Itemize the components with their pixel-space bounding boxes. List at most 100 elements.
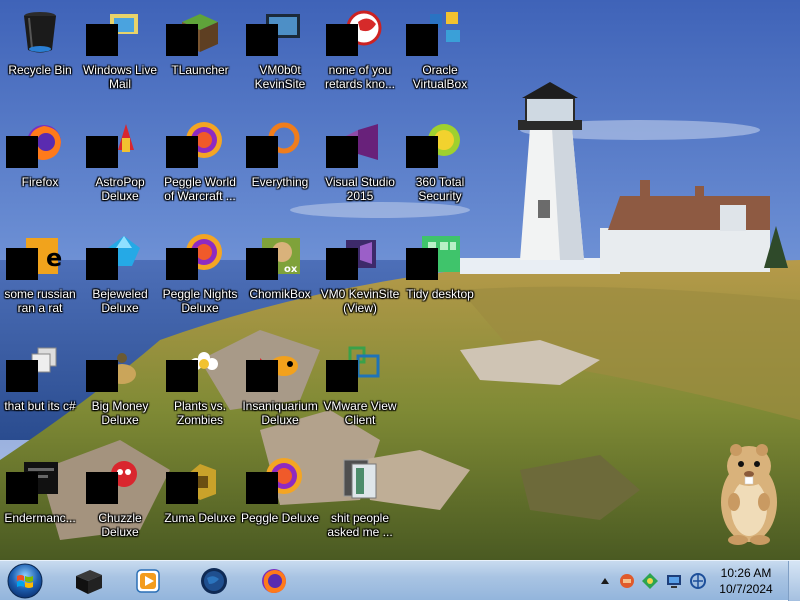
desktop-shortcut-label: Recycle Bin [8, 63, 72, 77]
desktop-shortcut-endermanc[interactable]: Endermanc... [0, 452, 80, 556]
redaction-box [166, 360, 198, 392]
desktop-shortcut-insaniquarium-deluxe[interactable]: Insaniquarium Deluxe [240, 340, 320, 444]
desktop-shortcut-recycle-bin[interactable]: Recycle Bin [0, 4, 80, 108]
virtualbox-icon [406, 8, 466, 60]
desktop-shortcut-label: Chuzzle Deluxe [98, 511, 142, 539]
desktop-shortcut-peggle-world-of-warcraft[interactable]: Peggle World of Warcraft ... [160, 116, 240, 220]
shield-plus-icon [406, 120, 466, 172]
redaction-box [6, 360, 38, 392]
zuma-icon [166, 456, 226, 508]
desktop-shortcut-vm0b0t-kevinsite[interactable]: VM0b0t KevinSite [240, 4, 320, 108]
peggle-icon [246, 456, 306, 508]
taskbar-app-terminal[interactable] [60, 563, 116, 599]
desktop-icon-area: Recycle Bin Windows Live Mail TLauncher VM0… [0, 0, 800, 560]
astropop-icon [86, 120, 146, 172]
desktop-shortcut-label: that but its c# [4, 399, 76, 413]
desktop-shortcut-visual-studio-2015[interactable]: Visual Studio 2015 [320, 116, 400, 220]
desktop-shortcut-label: none of you retards kno... [324, 63, 396, 91]
taskbar-app-media-player[interactable] [120, 563, 176, 599]
desktop-shortcut-chomikbox[interactable]: ox ChomikBox [240, 228, 320, 332]
redaction-box [326, 24, 358, 56]
redaction-box [166, 136, 198, 168]
desktop-shortcut-vmware-view-client[interactable]: VMware View Client [320, 340, 400, 444]
desktop-shortcut-zuma-deluxe[interactable]: Zuma Deluxe [160, 452, 240, 556]
redaction-box [86, 472, 118, 504]
recycle-bin-icon [14, 8, 66, 60]
tidy-grid-icon [406, 232, 466, 284]
desktop-shortcut-tidy-desktop[interactable]: Tidy desktop [400, 228, 480, 332]
desktop-shortcut-label: Windows Live Mail [82, 63, 158, 91]
desktop-shortcut-that-but-its-c[interactable]: that but its c# [0, 340, 80, 444]
desktop-shortcut-chuzzle-deluxe[interactable]: Chuzzle Deluxe [80, 452, 160, 556]
desktop-shortcut-plants-vs-zombies[interactable]: Plants vs. Zombies [160, 340, 240, 444]
redaction-box [326, 136, 358, 168]
desktop-shortcut-none-of-you-retards-kno[interactable]: none of you retards kno... [320, 4, 400, 108]
desktop-shortcut-big-money-deluxe[interactable]: Big Money Deluxe [80, 340, 160, 444]
mail-icon [86, 8, 146, 60]
desktop-shortcut-label: Big Money Deluxe [91, 399, 149, 427]
redaction-box [86, 24, 118, 56]
taskbar-app-globe[interactable] [186, 563, 242, 599]
desktop-shortcut-shit-people-asked-me[interactable]: shit people asked me ... [320, 452, 400, 556]
desktop-shortcut-peggle-deluxe[interactable]: Peggle Deluxe [240, 452, 320, 556]
money-icon [86, 344, 146, 396]
grass-block-icon [166, 8, 226, 60]
firefox-icon [6, 120, 66, 172]
display-tray-icon[interactable] [665, 572, 683, 590]
redaction-box [406, 136, 438, 168]
redaction-box [86, 360, 118, 392]
desktop-shortcut-label: AstroPop Deluxe [95, 175, 145, 203]
clock-date: 10/7/2024 [719, 582, 773, 596]
globe-icon [201, 568, 227, 594]
network-tray-icon[interactable] [689, 572, 707, 590]
redaction-box [406, 24, 438, 56]
desktop-shortcut-peggle-nights-deluxe[interactable]: Peggle Nights Deluxe [160, 228, 240, 332]
folder-icon [334, 456, 386, 508]
redaction-box [246, 360, 278, 392]
black-box-icon [76, 570, 102, 594]
desktop-shortcut-firefox[interactable]: Firefox [0, 116, 80, 220]
redaction-box [326, 360, 358, 392]
fish-icon [246, 344, 306, 396]
desktop-shortcut-label: Peggle Nights Deluxe [162, 287, 238, 315]
hamster-sticker [714, 436, 784, 546]
desktop-shortcut-oracle-virtualbox[interactable]: Oracle VirtualBox [400, 4, 480, 108]
desktop-shortcut-label: VMware View Client [323, 399, 397, 427]
system-clock[interactable]: 10:26 AM 10/7/2024 [706, 565, 786, 597]
desktop-shortcut-tlauncher[interactable]: TLauncher [160, 4, 240, 108]
peggle-icon [166, 232, 226, 284]
desktop-shortcut-bejeweled-deluxe[interactable]: Bejeweled Deluxe [80, 228, 160, 332]
desktop-shortcut-label: VM0b0t KevinSite [254, 63, 306, 91]
visual-studio-icon [326, 120, 386, 172]
desktop-shortcut-label: Insaniquarium Deluxe [242, 399, 318, 427]
gem-icon [86, 232, 146, 284]
show-desktop-button[interactable] [788, 561, 800, 601]
windows-start-icon[interactable] [6, 562, 44, 600]
desktop-shortcut-astropop-deluxe[interactable]: AstroPop Deluxe [80, 116, 160, 220]
search-ring-icon [246, 120, 306, 172]
desktop-shortcut-360-total-security[interactable]: 360 Total Security [400, 116, 480, 220]
redaction-box [86, 248, 118, 280]
vmware-icon [326, 344, 386, 396]
desktop-shortcut-vm0-kevinsite-view[interactable]: VM0 KevinSite (View) [320, 228, 400, 332]
svg-text:ox: ox [284, 264, 298, 275]
svg-text:e: e [46, 244, 62, 272]
desktop-shortcut-label: Peggle World of Warcraft ... [164, 175, 236, 203]
redaction-box [166, 472, 198, 504]
taskbar-app-firefox[interactable] [246, 563, 302, 599]
firefox-icon [262, 569, 286, 593]
redaction-box [166, 248, 198, 280]
desktop-shortcut-some-russian-ran-a-rat[interactable]: e some russian ran a rat [0, 228, 80, 332]
flower-icon [166, 344, 226, 396]
red-tray-icon[interactable] [618, 572, 636, 590]
desktop-shortcut-everything[interactable]: Everything [240, 116, 320, 220]
desktop-shortcut-label: Zuma Deluxe [164, 511, 236, 525]
show-hidden-icons-chevron[interactable] [596, 572, 614, 590]
green-tray-icon[interactable] [641, 572, 659, 590]
redaction-box [246, 24, 278, 56]
desktop-shortcut-label: Oracle VirtualBox [412, 63, 468, 91]
terminal-icon [6, 456, 66, 508]
redaction-box [6, 136, 38, 168]
document-icon: e [6, 232, 66, 284]
desktop-shortcut-windows-live-mail[interactable]: Windows Live Mail [80, 4, 160, 108]
